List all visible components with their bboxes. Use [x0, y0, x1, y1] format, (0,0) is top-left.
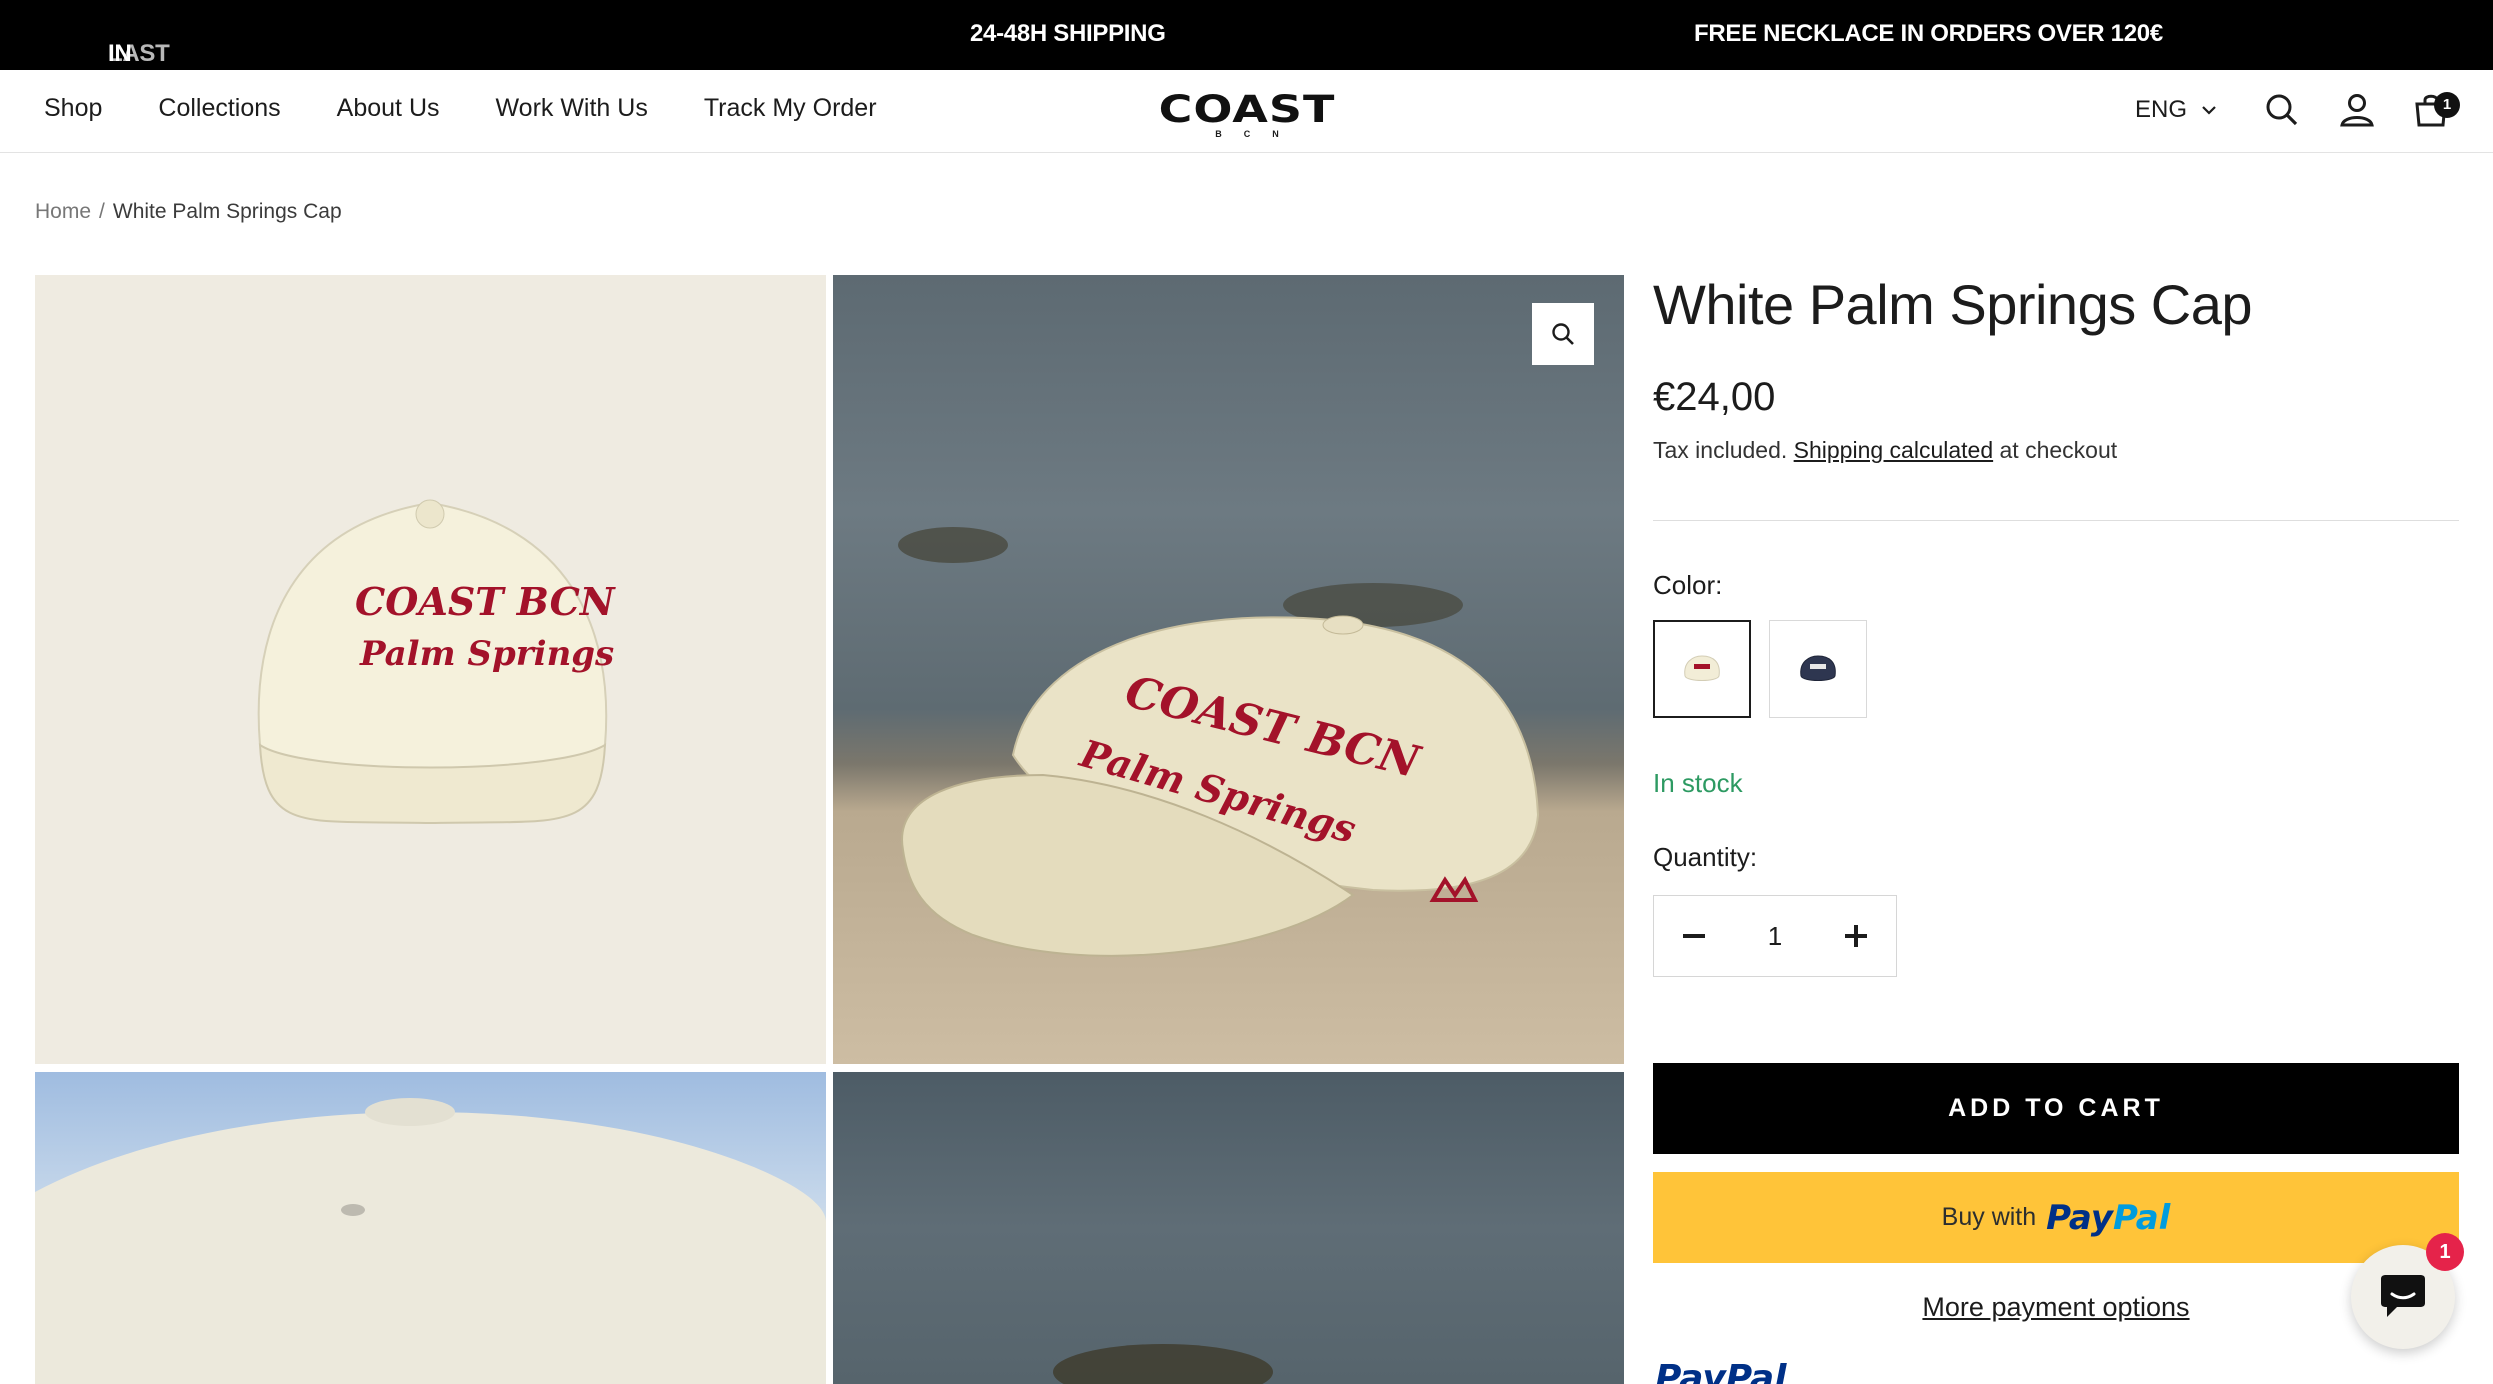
shipping-link[interactable]: Shipping calculated — [1794, 437, 1993, 463]
product-title: White Palm Springs Cap — [1653, 273, 2253, 336]
nav-track-my-order[interactable]: Track My Order — [704, 94, 877, 123]
quantity-input[interactable] — [1734, 896, 1816, 976]
quantity-label: Quantity: — [1653, 842, 1758, 872]
color-swatch-navy[interactable] — [1769, 620, 1867, 718]
quantity-increase-button[interactable] — [1816, 896, 1896, 976]
paypal-brand: PayPal — [2046, 1197, 2171, 1238]
site-logo[interactable]: COAST BCN — [1146, 84, 1348, 140]
paypal-buy-label: Buy with — [1941, 1203, 2037, 1231]
embroidery-text-1: COAST BCN — [355, 579, 616, 624]
product-image-lifestyle[interactable]: COAST BCN Palm Springs — [833, 275, 1624, 1064]
product-price: €24,00 — [1653, 375, 1776, 419]
zoom-button[interactable] — [1532, 303, 1594, 365]
quantity-decrease-button[interactable] — [1654, 896, 1734, 976]
zoom-icon — [1552, 323, 1574, 345]
language-label: ENG — [2135, 96, 2188, 123]
nav-collections[interactable]: Collections — [158, 94, 280, 123]
product-image-sea[interactable] — [833, 1072, 1624, 1384]
stock-status: In stock — [1653, 768, 1743, 798]
tax-note: Tax included. Shipping calculated at che… — [1653, 437, 2118, 463]
add-to-cart-button[interactable]: ADD TO CART — [1653, 1063, 2459, 1154]
chat-icon — [2381, 1275, 2425, 1317]
breadcrumb-separator: / — [99, 200, 105, 223]
announcement-shipping: 24-48H SHIPPING — [970, 20, 1166, 47]
color-label: Color: — [1653, 570, 1723, 600]
language-selector[interactable]: ENG — [2135, 96, 2217, 124]
announcement-free-necklace: FREE NECKLACE IN ORDERS OVER 120€ — [1694, 20, 2163, 47]
plus-icon — [1845, 925, 1867, 947]
breadcrumb-current: White Palm Springs Cap — [112, 200, 342, 223]
embroidery-text-2: Palm Springs — [359, 634, 614, 674]
logo-subtitle: BCN — [1215, 129, 1301, 139]
product-image-front[interactable]: COAST BCN Palm Springs — [35, 275, 826, 1064]
logo-wordmark: COAST — [1158, 86, 1336, 132]
announcement-bar: LAST UNITS IN STOCK 24-48H SHIPPING FREE… — [0, 0, 2493, 95]
chevron-down-icon — [2202, 106, 2216, 115]
site-header: Shop Collections About Us Work With Us T… — [0, 70, 2493, 153]
cart-count-badge: 1 — [2434, 92, 2460, 118]
chat-notification-badge: 1 — [2426, 1233, 2464, 1271]
account-icon[interactable] — [2337, 90, 2377, 130]
main-nav: Shop Collections About Us Work With Us T… — [44, 94, 933, 123]
paypal-checkout-button[interactable]: Buy with PayPal — [1653, 1172, 2459, 1263]
breadcrumb: Home / White Palm Springs Cap — [35, 200, 342, 224]
divider — [1653, 520, 2459, 521]
minus-icon — [1683, 934, 1705, 938]
breadcrumb-home[interactable]: Home — [35, 200, 91, 223]
color-swatch-white[interactable] — [1653, 620, 1751, 718]
paypal-logo: PayPal — [1655, 1358, 1787, 1384]
nav-about-us[interactable]: About Us — [337, 94, 440, 123]
nav-work-with-us[interactable]: Work With Us — [496, 94, 648, 123]
more-payment-options-link[interactable]: More payment options — [1653, 1292, 2459, 1323]
nav-shop[interactable]: Shop — [44, 94, 102, 123]
search-icon[interactable] — [2262, 90, 2302, 130]
product-image-closeup[interactable] — [35, 1072, 826, 1384]
quantity-stepper — [1653, 895, 1897, 977]
